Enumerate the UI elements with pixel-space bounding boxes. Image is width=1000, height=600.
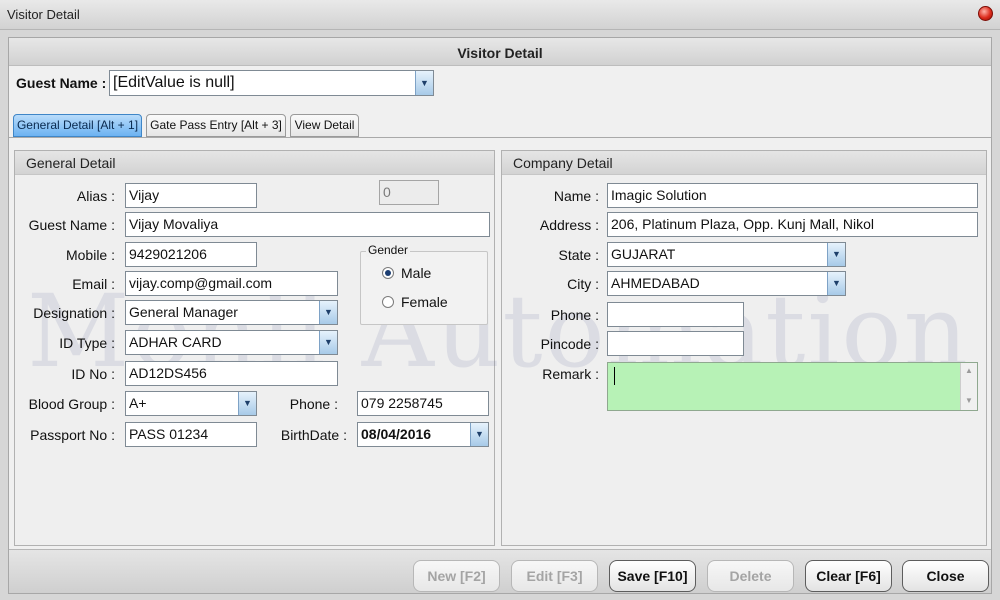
id-type-value: ADHAR CARD: [129, 334, 222, 350]
passport-label: Passport No :: [30, 427, 115, 443]
scroll-up-icon[interactable]: ▲: [965, 366, 973, 375]
remark-textarea[interactable]: ▲ ▼: [607, 362, 978, 411]
delete-button[interactable]: Delete: [707, 560, 794, 592]
chevron-down-icon[interactable]: ▼: [319, 331, 337, 354]
birthdate-value: 08/04/2016: [361, 426, 432, 442]
chevron-down-icon[interactable]: ▼: [827, 272, 845, 295]
blood-group-label: Blood Group :: [28, 396, 115, 412]
edit-button[interactable]: Edit [F3]: [511, 560, 598, 592]
text-caret: [614, 367, 615, 385]
company-name-field[interactable]: Imagic Solution: [607, 183, 978, 208]
gender-label: Gender: [366, 243, 411, 257]
main-window: Visitor Detail Guest Name : [EditValue i…: [8, 37, 992, 594]
birthdate-picker[interactable]: 08/04/2016 ▼: [357, 422, 489, 447]
title-bar: Visitor Detail: [0, 0, 1000, 30]
chevron-down-icon[interactable]: ▼: [470, 423, 488, 446]
id-type-label: ID Type :: [59, 335, 115, 351]
guest-name-field[interactable]: Vijay Movaliya: [125, 212, 490, 237]
general-detail-title: General Detail: [15, 151, 494, 175]
guest-name-combo[interactable]: [EditValue is null] ▼: [109, 70, 434, 96]
alias-label: Alias :: [76, 188, 115, 204]
designation-select[interactable]: General Manager ▼: [125, 300, 338, 325]
passport-field[interactable]: PASS 01234: [125, 422, 257, 447]
company-name-label: Name :: [553, 188, 599, 204]
remark-scrollbar[interactable]: ▲ ▼: [960, 363, 977, 410]
company-phone-label: Phone :: [550, 307, 599, 323]
chevron-down-icon[interactable]: ▼: [415, 71, 433, 95]
mobile-label: Mobile :: [65, 247, 115, 263]
pincode-label: Pincode :: [540, 336, 599, 352]
state-label: State :: [558, 247, 599, 263]
close-icon[interactable]: [978, 6, 993, 21]
email-field[interactable]: vijay.comp@gmail.com: [125, 271, 338, 296]
designation-value: General Manager: [129, 304, 238, 320]
gender-male-radio[interactable]: [382, 267, 394, 279]
mobile-field[interactable]: 9429021206: [125, 242, 257, 267]
footer-toolbar: New [F2] Edit [F3] Save [F10] Delete Cle…: [9, 549, 991, 593]
state-value: GUJARAT: [611, 246, 676, 262]
guest-name-label: Guest Name :: [16, 75, 107, 91]
gender-female-label: Female: [401, 294, 448, 310]
city-value: AHMEDABAD: [611, 275, 700, 291]
chevron-down-icon[interactable]: ▼: [827, 243, 845, 266]
new-button[interactable]: New [F2]: [413, 560, 500, 592]
page-title: Visitor Detail: [9, 38, 991, 66]
gender-male-label: Male: [401, 265, 432, 281]
phone-field[interactable]: 079 2258745: [357, 391, 489, 416]
close-button[interactable]: Close: [902, 560, 989, 592]
pincode-field[interactable]: [607, 331, 744, 356]
birthdate-label: BirthDate :: [280, 427, 347, 443]
id-type-select[interactable]: ADHAR CARD ▼: [125, 330, 338, 355]
state-select[interactable]: GUJARAT ▼: [607, 242, 846, 267]
designation-label: Designation :: [33, 305, 115, 321]
address-label: Address :: [539, 217, 599, 233]
id-no-label: ID No :: [71, 366, 115, 382]
city-label: City :: [567, 276, 599, 292]
save-button[interactable]: Save [F10]: [609, 560, 696, 592]
blood-group-select[interactable]: A+ ▼: [125, 391, 257, 416]
scroll-down-icon[interactable]: ▼: [965, 396, 973, 405]
tab-divider: [9, 137, 991, 138]
gender-group: [360, 251, 488, 325]
city-select[interactable]: AHMEDABAD ▼: [607, 271, 846, 296]
phone-label: Phone :: [289, 396, 338, 412]
email-label: Email :: [72, 276, 115, 292]
guest-name-value: [EditValue is null]: [113, 74, 235, 91]
chevron-down-icon[interactable]: ▼: [319, 301, 337, 324]
window-title: Visitor Detail: [7, 7, 80, 22]
company-phone-field[interactable]: [607, 302, 744, 327]
alias-field[interactable]: Vijay: [125, 183, 257, 208]
id-no-field[interactable]: AD12DS456: [125, 361, 338, 386]
address-field[interactable]: 206, Platinum Plaza, Opp. Kunj Mall, Nik…: [607, 212, 978, 237]
blood-group-value: A+: [129, 395, 147, 411]
clear-button[interactable]: Clear [F6]: [805, 560, 892, 592]
id-counter-field: 0: [379, 180, 439, 205]
gender-female-radio[interactable]: [382, 296, 394, 308]
guest-name-field-label: Guest Name :: [28, 217, 115, 233]
company-detail-title: Company Detail: [502, 151, 986, 175]
tab-gate-pass-entry[interactable]: Gate Pass Entry [Alt + 3]: [146, 114, 286, 137]
chevron-down-icon[interactable]: ▼: [238, 392, 256, 415]
tab-general-detail[interactable]: General Detail [Alt + 1]: [13, 114, 142, 137]
tab-view-detail[interactable]: View Detail: [290, 114, 359, 137]
remark-label: Remark :: [542, 366, 599, 382]
